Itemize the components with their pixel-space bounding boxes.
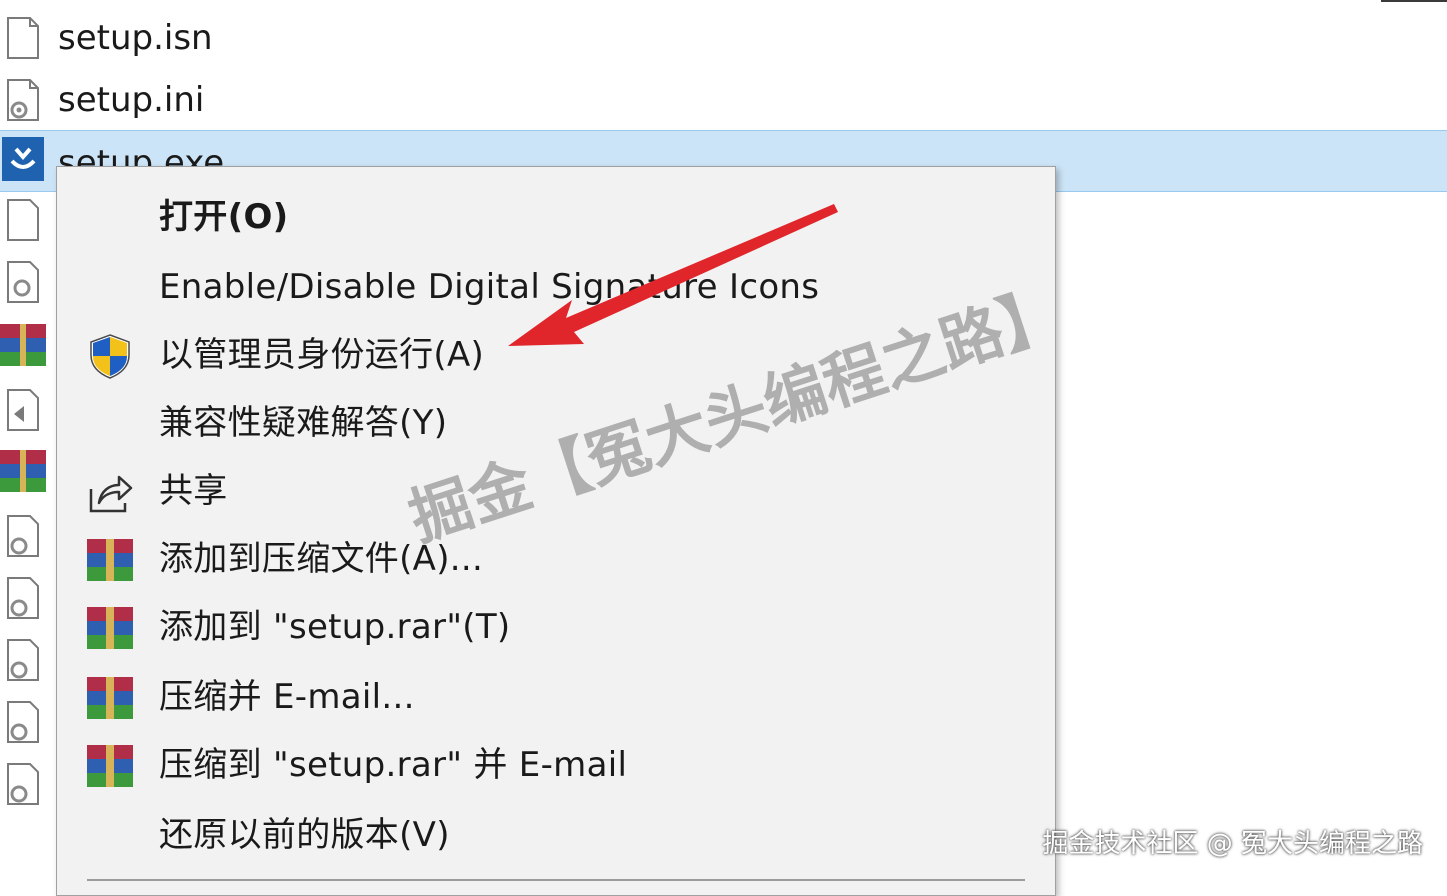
menu-item-label: 还原以前的版本(V) <box>159 815 450 855</box>
settings-file-icon[interactable] <box>2 760 44 808</box>
winrar-icon[interactable] <box>0 322 46 368</box>
share-icon <box>89 475 133 513</box>
menu-item-label: 打开(O) <box>159 197 289 237</box>
settings-file-icon[interactable] <box>2 574 44 622</box>
context-menu: 打开(O) Enable/Disable Digital Signature I… <box>56 166 1056 896</box>
menu-item-label: 添加到压缩文件(A)... <box>159 539 484 579</box>
menu-item-label: 压缩并 E-mail... <box>159 677 415 717</box>
winrar-icon <box>87 745 133 787</box>
menu-item-label: 压缩到 "setup.rar" 并 E-mail <box>159 745 628 785</box>
menu-separator <box>87 879 1025 881</box>
blank-file-icon[interactable] <box>2 196 44 244</box>
menu-item-label: 兼容性疑难解答(Y) <box>159 403 448 443</box>
credit-text: 掘金技术社区 @ 冤大头编程之路 <box>1042 829 1423 859</box>
menu-item-signature-icons[interactable]: Enable/Disable Digital Signature Icons <box>57 257 1055 317</box>
menu-item-compress-rar-email[interactable]: 压缩到 "setup.rar" 并 E-mail <box>57 735 1055 795</box>
menu-item-label: Enable/Disable Digital Signature Icons <box>159 267 820 307</box>
menu-item-add-to-archive[interactable]: 添加到压缩文件(A)... <box>57 529 1055 589</box>
settings-file-icon[interactable] <box>2 636 44 684</box>
file-row-setup-ini[interactable]: setup.ini <box>0 68 1447 130</box>
settings-file-icon[interactable] <box>2 258 44 306</box>
window-edge <box>1381 0 1447 2</box>
installer-icon <box>2 137 44 181</box>
menu-item-label: 共享 <box>159 471 228 511</box>
winrar-icon <box>87 607 133 649</box>
shortcut-file-icon[interactable] <box>2 386 44 434</box>
menu-item-restore-previous[interactable]: 还原以前的版本(V) <box>57 805 1055 865</box>
file-row-setup-isn[interactable]: setup.isn <box>0 6 1447 68</box>
settings-file-icon <box>7 79 39 121</box>
file-name: setup.isn <box>58 18 213 58</box>
settings-file-icon[interactable] <box>2 698 44 746</box>
winrar-icon[interactable] <box>0 448 46 494</box>
menu-item-share[interactable]: 共享 <box>57 461 1055 521</box>
menu-item-add-to-setup-rar[interactable]: 添加到 "setup.rar"(T) <box>57 597 1055 657</box>
winrar-icon <box>87 677 133 719</box>
file-name: setup.ini <box>58 80 205 120</box>
menu-item-compat-troubleshoot[interactable]: 兼容性疑难解答(Y) <box>57 393 1055 453</box>
menu-item-label: 以管理员身份运行(A) <box>159 335 485 375</box>
blank-file-icon <box>7 17 39 59</box>
winrar-icon <box>87 539 133 581</box>
settings-file-icon[interactable] <box>2 512 44 560</box>
menu-item-run-as-admin[interactable]: 以管理员身份运行(A) <box>57 325 1055 385</box>
uac-shield-icon <box>90 334 130 379</box>
menu-item-compress-email[interactable]: 压缩并 E-mail... <box>57 667 1055 727</box>
menu-item-label: 添加到 "setup.rar"(T) <box>159 607 511 647</box>
menu-item-open[interactable]: 打开(O) <box>57 187 1055 247</box>
